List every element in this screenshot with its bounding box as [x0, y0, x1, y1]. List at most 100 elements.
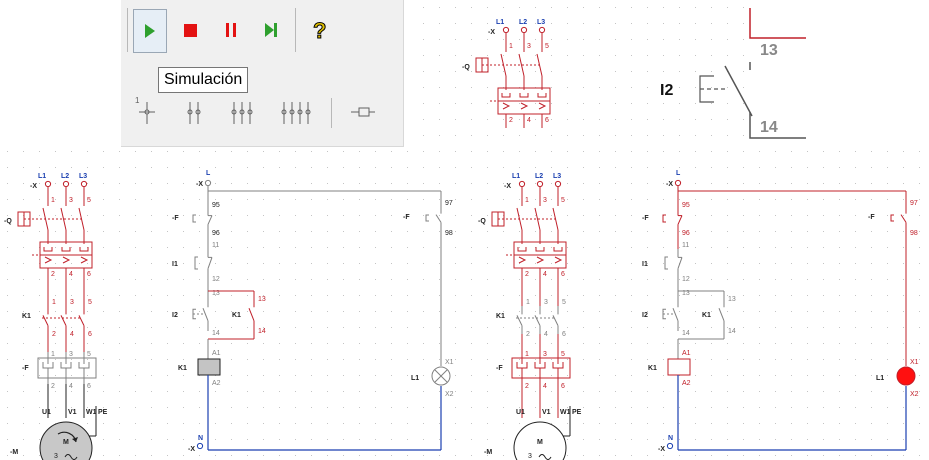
label-A2: A2: [212, 380, 221, 387]
label-t1: 1: [509, 43, 513, 50]
label-lamp: L1: [876, 375, 884, 382]
label-c96: 96: [682, 230, 690, 237]
terminal: [196, 442, 204, 450]
terminal: [536, 180, 544, 188]
label-K1: K1: [496, 313, 505, 320]
label-t4: 4: [543, 383, 547, 390]
label-t2: 2: [526, 331, 530, 338]
label-c11: 11: [212, 242, 219, 249]
contactor-coil: [667, 358, 691, 376]
label-V1: V1: [542, 409, 551, 416]
label-t3: 3: [527, 43, 531, 50]
label-motorM: M: [537, 439, 543, 446]
label-t3: 3: [544, 299, 548, 306]
label-K1: K1: [178, 365, 187, 372]
label-L2: L2: [519, 19, 527, 26]
label-c95: 95: [682, 202, 690, 209]
label-F: -F: [22, 365, 29, 372]
label-L3: L3: [79, 173, 87, 180]
label-t3: 3: [543, 351, 547, 358]
label-c98: 98: [910, 230, 918, 237]
label-U1: U1: [516, 409, 525, 416]
label-M: -M: [10, 449, 18, 456]
label-X2: X2: [445, 391, 454, 398]
label-t5: 5: [562, 299, 566, 306]
terminal: [674, 179, 682, 187]
terminal: [44, 180, 52, 188]
label-motor3: 3: [54, 453, 58, 460]
label-X: -X: [488, 29, 495, 36]
label-F: -F: [496, 365, 503, 372]
label-c14: 14: [258, 328, 266, 335]
label-A2: A2: [682, 380, 691, 387]
label-K1: K1: [648, 365, 657, 372]
label-A1: A1: [682, 350, 691, 357]
label-t1: 1: [52, 299, 56, 306]
label-t3: 3: [69, 351, 73, 358]
label-K1: K1: [702, 312, 711, 319]
label-c14: 14: [682, 330, 690, 337]
label-t4: 4: [544, 331, 548, 338]
label-Q: -Q: [462, 64, 470, 71]
label-N: N: [668, 435, 673, 442]
label-t2: 2: [51, 383, 55, 390]
terminal: [554, 180, 562, 188]
label-F: -F: [172, 215, 179, 222]
label-c95: 95: [212, 202, 220, 209]
label-t5: 5: [545, 43, 549, 50]
label-motor3: 3: [528, 453, 532, 460]
label-L1: L1: [496, 19, 504, 26]
label-t6: 6: [88, 331, 92, 338]
label-c12: 12: [212, 276, 220, 283]
label-X2: X2: [910, 391, 919, 398]
detail-i2-label: I2: [660, 82, 673, 99]
contactor-coil: [197, 358, 221, 376]
label-t6: 6: [562, 331, 566, 338]
label-c12: 12: [682, 276, 690, 283]
label-t6: 6: [545, 117, 549, 124]
label-PE: PE: [572, 409, 582, 416]
label-L2: L2: [61, 173, 69, 180]
label-t3: 3: [70, 299, 74, 306]
label-t3: 3: [69, 197, 73, 204]
label-t6: 6: [561, 271, 565, 278]
label-N: N: [198, 435, 203, 442]
label-I2: I2: [172, 312, 178, 319]
label-c13: 13: [728, 296, 736, 303]
label-A1: A1: [212, 350, 221, 357]
label-t1: 1: [525, 351, 529, 358]
terminal: [204, 179, 212, 187]
label-t5: 5: [561, 351, 565, 358]
label-U1: U1: [42, 409, 51, 416]
label-X: -X: [188, 446, 195, 453]
label-K1: K1: [232, 312, 241, 319]
label-L: L: [206, 170, 211, 177]
label-t1: 1: [526, 299, 530, 306]
label-PE: PE: [98, 409, 108, 416]
label-I1: I1: [172, 261, 178, 268]
label-X: -X: [666, 181, 673, 188]
lamp-symbol-lit: [896, 366, 916, 386]
label-L: L: [676, 170, 681, 177]
terminal-14-label: 14: [760, 119, 778, 136]
terminal: [62, 180, 70, 188]
terminal: [666, 442, 674, 450]
label-t2: 2: [525, 383, 529, 390]
terminal: [80, 180, 88, 188]
label-L3: L3: [537, 19, 545, 26]
label-t5: 5: [87, 197, 91, 204]
terminal-13-label: 13: [760, 42, 778, 59]
label-t2: 2: [525, 271, 529, 278]
label-c97: 97: [445, 200, 453, 207]
label-M: -M: [484, 449, 492, 456]
label-W1: W1: [86, 409, 97, 416]
label-t4: 4: [69, 383, 73, 390]
label-L1: L1: [512, 173, 520, 180]
label-t3: 3: [543, 197, 547, 204]
label-K1: K1: [22, 313, 31, 320]
label-t6: 6: [561, 383, 565, 390]
label-X: -X: [658, 446, 665, 453]
label-c97: 97: [910, 200, 918, 207]
label-c98: 98: [445, 230, 453, 237]
label-L1: L1: [38, 173, 46, 180]
